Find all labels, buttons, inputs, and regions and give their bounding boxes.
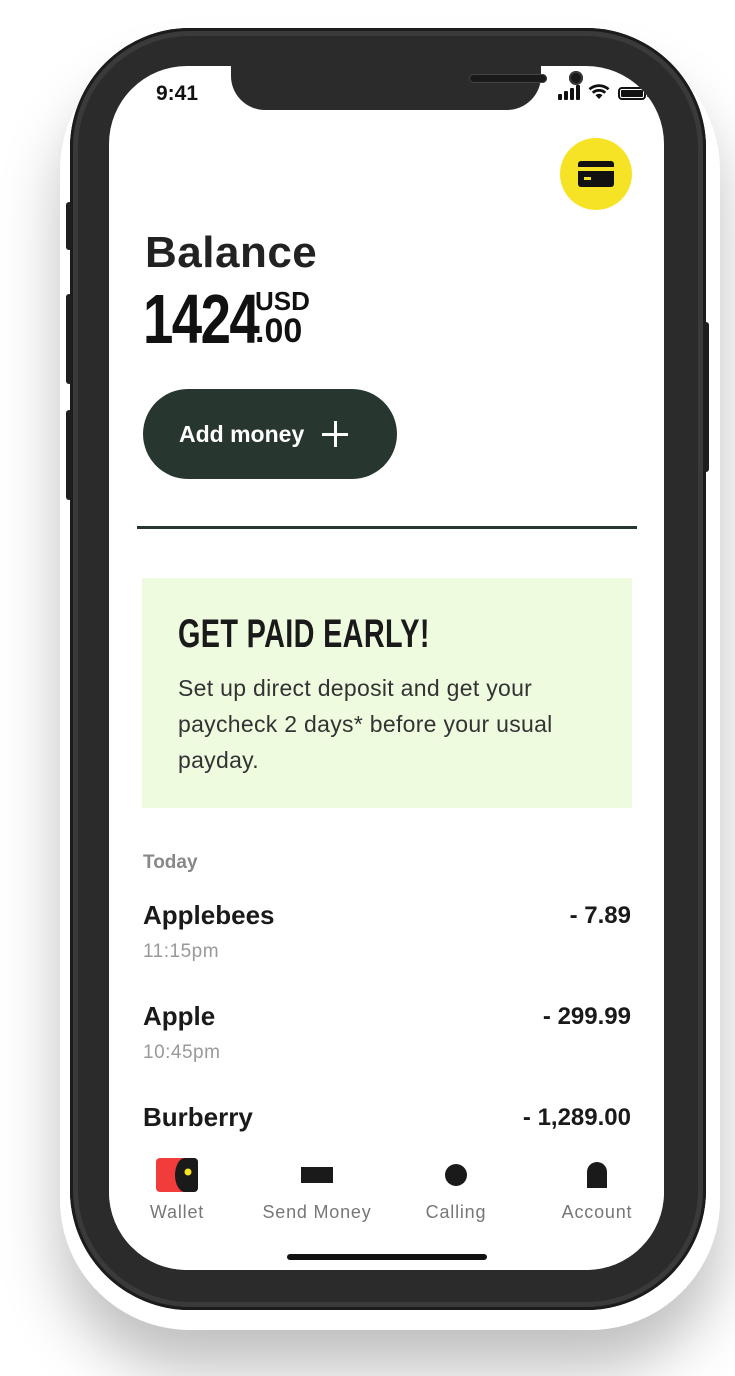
transaction-amount: - 1,289.00 [522,1104,631,1131]
balance-currency: USD [255,286,310,316]
add-money-label: Add money [179,420,305,447]
account-icon [587,1156,607,1194]
balance-integer: 1424 [143,280,260,358]
promo-banner[interactable]: GET PAID EARLY! Set up direct deposit an… [142,578,632,808]
transaction-time: 11:15pm [143,941,220,962]
speaker [469,74,547,83]
wifi-icon [588,84,610,99]
tab-account[interactable]: Account [527,1156,664,1223]
balance-amount: 1424 USD .00 [143,284,310,354]
section-divider [137,526,637,529]
balance-label: Balance [145,228,318,277]
tab-label: Account [561,1202,633,1222]
plus-icon [322,421,349,447]
tab-send-money[interactable]: Send Money [247,1156,387,1223]
card-button[interactable] [560,138,632,210]
notch [231,66,583,110]
calling-icon [444,1156,468,1194]
app-screen: 9:41 Balance 1424 USD .00 Add money GET … [109,66,664,1270]
stage: 9:41 Balance 1424 USD .00 Add money GET … [0,0,735,1376]
silent-switch [66,202,72,250]
tab-calling[interactable]: Calling [386,1156,526,1223]
volume-up-button [66,294,72,384]
transaction-amount: - 299.99 [542,1003,631,1030]
transaction-amount: - 7.89 [569,902,631,929]
send-money-icon [301,1156,333,1194]
status-icons [558,84,649,100]
status-time: 9:41 [156,82,199,105]
tab-label: Calling [425,1202,487,1222]
cellular-signal-icon [558,84,580,100]
tab-label: Wallet [149,1202,205,1222]
promo-title: GET PAID EARLY! [178,612,430,656]
tab-label: Send Money [262,1202,372,1222]
promo-body: Set up direct deposit and get your paych… [178,675,553,773]
transactions-section-label: Today [143,852,198,873]
front-camera [569,71,583,85]
add-money-button[interactable]: Add money [143,389,397,479]
transaction-time: 10:45pm [143,1042,221,1063]
credit-card-icon [578,161,614,187]
transaction-row[interactable]: Burberry - 1,289.00 [143,1102,631,1133]
transaction-merchant: Applebees [143,900,275,930]
tab-bar: Wallet Send Money Calling Account [109,1138,664,1270]
transaction-row[interactable]: Apple - 299.99 10:45pm [143,1001,631,1064]
battery-icon [618,87,649,100]
power-button [703,322,709,472]
home-indicator[interactable] [287,1254,487,1260]
tab-wallet[interactable]: Wallet [109,1156,247,1223]
transaction-row[interactable]: Applebees - 7.89 11:15pm [143,900,631,963]
volume-down-button [66,410,72,500]
wallet-icon [155,1156,199,1194]
balance-decimal: .00 [255,312,303,350]
balance-fraction: USD .00 [255,288,310,348]
